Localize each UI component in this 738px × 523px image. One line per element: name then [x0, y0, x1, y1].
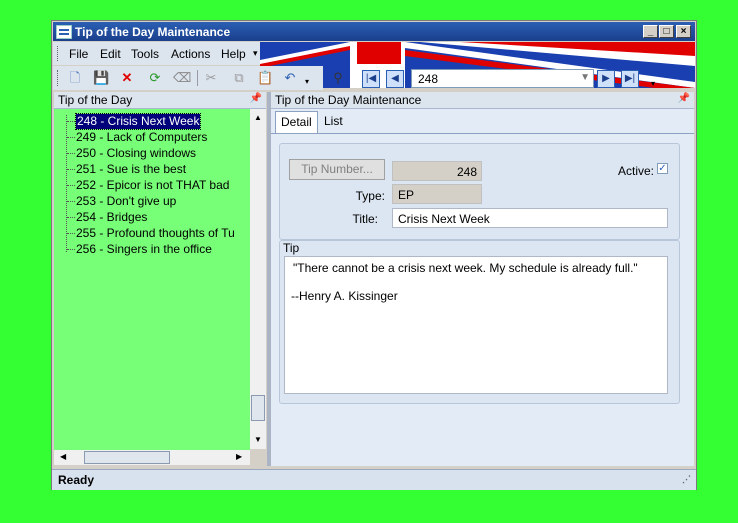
tree-item[interactable]: 256 - Singers in the office — [76, 242, 212, 257]
tree-connector — [67, 153, 75, 154]
tree-vertical-scrollbar[interactable]: ▲ ▼ — [250, 109, 266, 449]
scroll-left-icon[interactable]: ◀ — [60, 452, 66, 461]
chevron-down-icon[interactable]: ▼ — [580, 72, 590, 83]
type-label: Type: — [355, 189, 385, 203]
tree-item-selected[interactable]: 248 - Crisis Next Week — [74, 113, 202, 130]
menu-actions[interactable]: Actions — [171, 47, 210, 61]
menu-file[interactable]: File — [69, 47, 88, 61]
tip-group-label: Tip — [283, 241, 300, 255]
tip-tree: 248 - Crisis Next Week 249 - Lack of Com… — [54, 109, 250, 465]
first-record-button[interactable]: |◀ — [362, 70, 380, 88]
menu-edit[interactable]: Edit — [100, 47, 121, 61]
status-text: Ready — [58, 473, 95, 487]
type-field[interactable]: EP — [392, 184, 482, 204]
active-checkbox[interactable]: ✓ — [657, 163, 668, 174]
undo-dropdown-icon[interactable]: ▾ — [299, 74, 315, 90]
scroll-up-icon[interactable]: ▲ — [254, 113, 262, 122]
tab-strip: Detail List — [271, 109, 694, 134]
next-record-button[interactable]: ▶ — [597, 70, 615, 88]
menu-overflow-icon[interactable]: ▾ — [253, 48, 258, 59]
paste-icon[interactable]: 📋 — [257, 70, 273, 86]
title-field[interactable]: Crisis Next Week — [392, 208, 668, 228]
right-pane-header: Tip of the Day Maintenance 📌 — [271, 92, 694, 109]
status-bar: Ready ⋰ — [52, 469, 696, 490]
tip-number-button[interactable]: Tip Number... — [289, 159, 385, 180]
tree-item[interactable]: 255 - Profound thoughts of Tu — [76, 226, 235, 241]
tree-connector — [67, 217, 75, 218]
tree-connector — [67, 249, 75, 250]
tree-connector — [67, 137, 75, 138]
toolbar: 🗋 💾 ✕ ⟳ ⌫ ✂ ⧉ 📋 ↶ ▾ — [53, 66, 323, 90]
eraser-icon[interactable]: ⌫ — [173, 70, 191, 86]
tip-text-area[interactable]: "There cannot be a crisis next week. My … — [284, 256, 668, 394]
new-document-icon[interactable]: 🗋 — [67, 70, 83, 86]
save-icon[interactable]: 💾 — [93, 70, 109, 86]
scroll-thumb[interactable] — [251, 395, 265, 421]
menu-grip — [57, 46, 60, 61]
tree-connector — [67, 233, 75, 234]
refresh-icon[interactable]: ⟳ — [147, 70, 163, 86]
tree-item[interactable]: 250 - Closing windows — [76, 146, 196, 161]
delete-icon[interactable]: ✕ — [119, 70, 135, 86]
tab-list[interactable]: List — [319, 111, 348, 132]
undo-icon[interactable]: ↶ — [282, 70, 298, 86]
tab-detail[interactable]: Detail — [275, 111, 318, 133]
minimize-button[interactable]: _ — [643, 25, 658, 38]
tip-author-text: --Henry A. Kissinger — [291, 289, 398, 303]
tree-item[interactable]: 251 - Sue is the best — [76, 162, 186, 177]
tip-number-field[interactable]: 248 — [392, 161, 482, 181]
tree-item[interactable]: 253 - Don't give up — [76, 194, 176, 209]
resize-grip-icon[interactable]: ⋰ — [682, 474, 691, 485]
close-button[interactable]: × — [676, 25, 691, 38]
scroll-right-icon[interactable]: ▶ — [236, 452, 242, 461]
tree-item[interactable]: 254 - Bridges — [76, 210, 147, 225]
copy-icon[interactable]: ⧉ — [231, 70, 247, 86]
record-selector-combo[interactable]: 248 ▼ — [411, 69, 594, 88]
tree-horizontal-scrollbar[interactable]: ◀ ▶ — [54, 450, 250, 465]
tip-quote-text: "There cannot be a crisis next week. My … — [293, 261, 638, 275]
last-record-button[interactable]: ▶| — [621, 70, 639, 88]
right-pane-title: Tip of the Day Maintenance — [275, 93, 422, 107]
left-pane-header: Tip of the Day 📌 — [54, 92, 266, 109]
active-label: Active: — [617, 164, 654, 178]
title-bar[interactable]: Tip of the Day Maintenance _ □ × — [53, 22, 695, 41]
cut-icon[interactable]: ✂ — [203, 70, 219, 86]
toolbar-separator — [197, 70, 198, 86]
tree-connector — [67, 169, 75, 170]
app-icon — [56, 25, 72, 39]
tree-connector — [67, 121, 75, 122]
title-label: Title: — [352, 212, 378, 226]
pin-icon[interactable]: 📌 — [250, 93, 262, 104]
tree-connector — [67, 201, 75, 202]
tree-connector-line — [66, 115, 68, 252]
scroll-down-icon[interactable]: ▼ — [254, 435, 262, 444]
maximize-button[interactable]: □ — [659, 25, 674, 38]
menu-tools[interactable]: Tools — [131, 47, 159, 61]
record-selector-value: 248 — [418, 72, 439, 86]
previous-record-button[interactable]: ◀ — [386, 70, 404, 88]
tree-connector — [67, 185, 75, 186]
left-pane-title: Tip of the Day — [58, 93, 133, 107]
pin-icon[interactable]: 📌 — [678, 93, 690, 104]
search-binoculars-icon[interactable]: ⚲ — [330, 70, 346, 86]
toolbar-overflow-icon[interactable]: ▾ — [645, 76, 661, 92]
menu-help[interactable]: Help — [221, 47, 246, 61]
tree-item[interactable]: 249 - Lack of Computers — [76, 130, 207, 145]
tree-item[interactable]: 252 - Epicor is not THAT bad — [76, 178, 229, 193]
window-title: Tip of the Day Maintenance — [75, 25, 231, 39]
horizontal-scroll-thumb[interactable] — [84, 451, 170, 464]
toolbar-grip — [57, 70, 60, 86]
